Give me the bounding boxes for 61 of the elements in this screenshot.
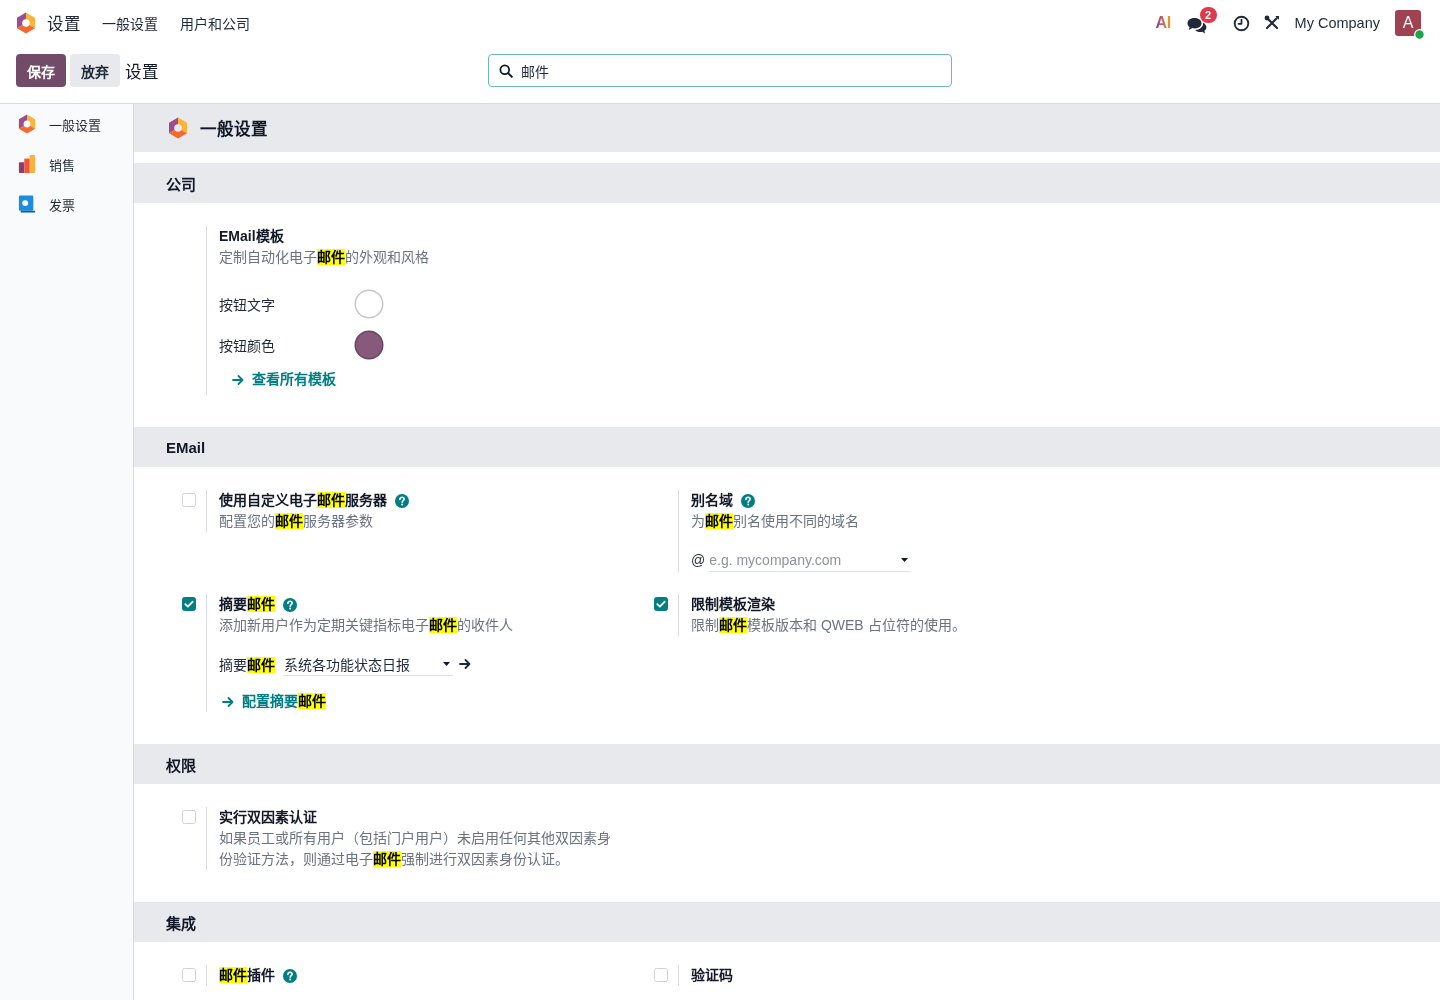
arrow-right-icon [222, 695, 234, 708]
menu-item[interactable]: 一般设置 [102, 13, 158, 33]
search-icon [499, 63, 513, 78]
setting-description: 添加新用户作为定期关键指标电子邮件的收件人 [219, 616, 513, 635]
setting-description: 为邮件别名使用不同的域名 [691, 512, 859, 531]
section-header: 公司 [134, 163, 1440, 203]
app-title[interactable]: 设置 [47, 11, 81, 35]
setting-title: 别名域 [691, 491, 733, 510]
setting-description: 定制自动化电子邮件的外观和风格 [219, 248, 429, 267]
document-icon [18, 195, 36, 213]
arrow-right-icon[interactable] [459, 658, 471, 670]
checkbox[interactable] [182, 597, 196, 611]
setting-title: 实行双因素认证 [219, 808, 317, 827]
caret-icon [901, 558, 909, 562]
help-icon[interactable] [283, 968, 297, 983]
section-header: EMail [134, 427, 1440, 467]
page-title: 一般设置 [200, 119, 268, 140]
tools-icon[interactable] [1263, 15, 1280, 31]
setting-description: 如果员工或所有用户（包括门户用户）未启用任何其他双因素身份验证方法，则通过电子邮件强制进行双因素身份认证。 [219, 829, 612, 869]
color-label: 按钮文字 [219, 295, 276, 314]
sidebar-item[interactable]: 销售 [0, 144, 133, 184]
domain-field[interactable]: e.g. mycompany.com [709, 548, 912, 572]
setting-title: 摘要邮件 [219, 595, 275, 614]
search-field[interactable]: 邮件 [488, 54, 952, 87]
hexagon-icon [18, 114, 36, 134]
setting-description: 限制邮件模板版本和 QWEB 占位符的使用。 [691, 616, 966, 635]
hexagon-icon[interactable] [16, 12, 36, 34]
setting-title: 邮件插件 [219, 966, 275, 985]
save-button[interactable]: 保存 [16, 54, 66, 87]
discard-button[interactable]: 放弃 [70, 54, 120, 87]
setting-title: 验证码 [691, 966, 733, 985]
sidebar-item[interactable]: 一般设置 [0, 104, 133, 144]
setting-title: 使用自定义电子邮件服务器 [219, 491, 387, 510]
color-swatch-icon[interactable] [354, 288, 384, 319]
digest-select[interactable]: 系统各功能状态日报 [283, 652, 453, 676]
color-label: 按钮颜色 [219, 336, 276, 355]
help-icon[interactable] [741, 493, 755, 508]
setting-description: 配置您的邮件服务器参数 [219, 512, 373, 531]
notification-badge: 2 [1199, 6, 1217, 23]
section-header: 集成 [134, 902, 1440, 942]
bar-chart-icon [18, 155, 36, 173]
help-icon[interactable] [283, 597, 297, 612]
sidebar-item[interactable]: 发票 [0, 184, 133, 224]
setting-link[interactable]: 查看所有模板 [232, 369, 336, 390]
field-prefix: @ [691, 552, 706, 568]
clock-icon[interactable] [1232, 14, 1250, 32]
menu-item[interactable]: 用户和公司 [180, 13, 250, 33]
breadcrumb: 设置 [125, 61, 159, 83]
company-switcher[interactable]: My Company [1294, 15, 1380, 31]
setting-title: EMail模板 [219, 227, 284, 246]
setting-title: 限制模板渲染 [691, 595, 775, 614]
field-label: 摘要邮件 [219, 656, 275, 674]
hexagon-icon [168, 117, 188, 139]
caret-icon [443, 661, 450, 666]
color-swatch-icon[interactable] [354, 329, 384, 360]
checkbox[interactable] [654, 597, 668, 611]
arrow-right-icon [232, 373, 244, 386]
chat-icon[interactable] [1185, 16, 1207, 34]
help-icon[interactable] [395, 493, 409, 508]
setting-link[interactable]: 配置摘要邮件 [222, 691, 326, 712]
section-header: 权限 [134, 744, 1440, 784]
